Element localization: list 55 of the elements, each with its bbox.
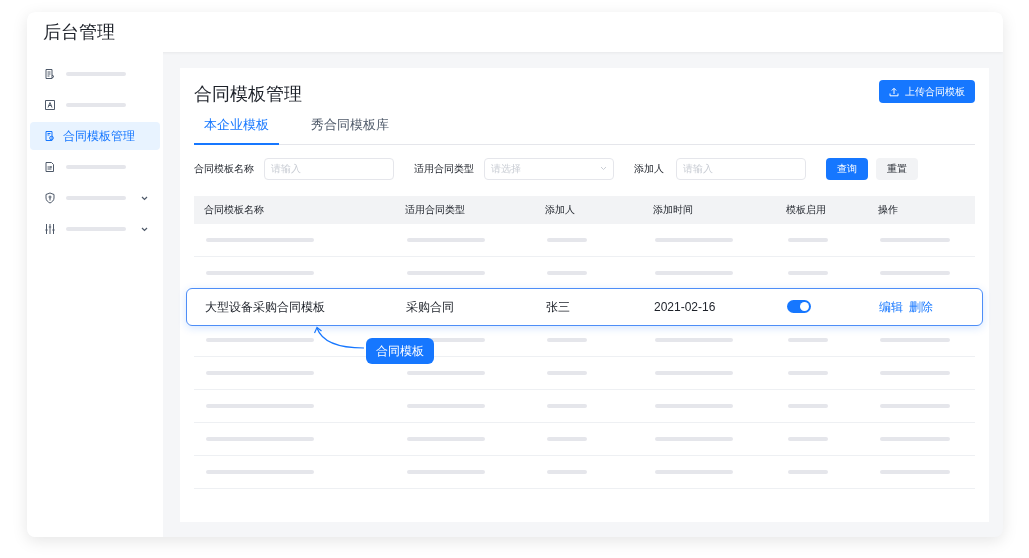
skeleton-bar: [547, 237, 587, 242]
table-cell: 大型设备采购合同模板: [205, 299, 325, 314]
action-link[interactable]: 编辑: [879, 297, 903, 316]
tab[interactable]: 本企业模板: [194, 112, 279, 145]
skeleton-bar: [547, 403, 587, 408]
table-cell: 张三: [546, 299, 570, 314]
filter-label: 适用合同类型: [414, 162, 475, 176]
callout-label: 合同模板: [366, 337, 434, 364]
upload-button[interactable]: 上传合同模板: [879, 80, 975, 103]
table-cell: 2021-02-16: [654, 299, 716, 314]
sidebar-item[interactable]: 合同模板管理: [30, 122, 160, 150]
file-transfer-icon: [44, 161, 56, 173]
shield-icon: [44, 192, 56, 204]
column-header: 操作: [878, 204, 898, 215]
reset-button[interactable]: 重置: [876, 157, 918, 180]
skeleton-bar: [880, 337, 950, 342]
tab[interactable]: 秀合同模板库: [301, 112, 399, 145]
action-link[interactable]: 删除: [909, 297, 933, 316]
skeleton-bar: [547, 469, 587, 474]
skeleton-bar: [788, 370, 828, 375]
skeleton-bar: [788, 403, 828, 408]
skeleton-bar: [880, 270, 950, 275]
column-header: 模板启用: [786, 204, 826, 215]
app-title: 后台管理: [43, 20, 115, 44]
filter-label: 合同模板名称: [194, 162, 255, 176]
upload-icon: [889, 86, 899, 97]
skeleton-bar: [788, 337, 828, 342]
skeleton-bar: [788, 270, 828, 275]
toggle-switch[interactable]: [787, 300, 811, 313]
chevron-down-icon: [600, 166, 607, 171]
column-header: 合同模板名称: [204, 204, 264, 215]
skeleton-bar: [547, 270, 587, 275]
filter-label: 添加人: [634, 162, 665, 176]
table-row[interactable]: 大型设备采购合同模板 采购合同 张三 2021-02-16 编辑 删除: [186, 287, 983, 326]
skeleton-bar: [788, 436, 828, 441]
skeleton-bar: [880, 436, 950, 441]
column-header: 适用合同类型: [405, 204, 465, 215]
page-title: 合同模板管理: [194, 83, 302, 106]
column-header: 添加时间: [653, 204, 693, 215]
template-icon: [44, 130, 56, 142]
search-button[interactable]: 查询: [826, 157, 868, 180]
skeleton-bar: [788, 237, 828, 242]
sliders-icon: [44, 223, 56, 235]
skeleton-bar: [880, 469, 950, 474]
document-icon: [44, 68, 56, 80]
contact-card-icon: [44, 99, 56, 111]
table-cell: 采购合同: [406, 299, 454, 314]
skeleton-bar: [880, 237, 950, 242]
column-header: 添加人: [545, 204, 575, 215]
skeleton-bar: [547, 436, 587, 441]
skeleton-bar: [880, 370, 950, 375]
skeleton-bar: [788, 469, 828, 474]
skeleton-bar: [880, 403, 950, 408]
skeleton-bar: [547, 337, 587, 342]
skeleton-bar: [547, 370, 587, 375]
